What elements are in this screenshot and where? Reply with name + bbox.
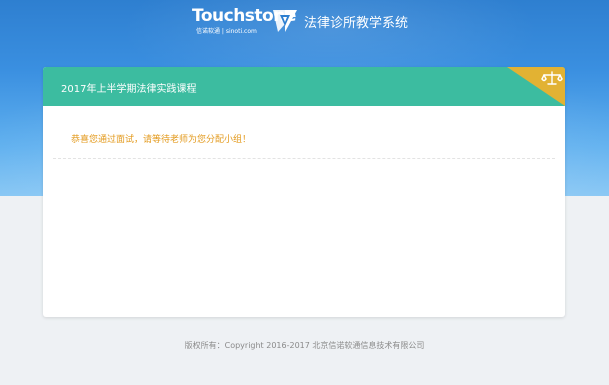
site-header: Touchstone 信诺软通 | sinoti.com 法律诊所教学系统 xyxy=(0,6,609,38)
course-title[interactable]: 2017年上半学期法律实践课程 xyxy=(61,80,196,95)
course-card: 2017年上半学期法律实践课程 恭喜您通过面试，请等待老师为您分配小组！ xyxy=(43,67,565,317)
course-card-body: 恭喜您通过面试，请等待老师为您分配小组！ xyxy=(53,106,555,159)
system-title: 法律诊所教学系统 xyxy=(304,16,409,31)
touchstone-logo-icon xyxy=(273,10,297,32)
status-message: 恭喜您通过面试，请等待老师为您分配小组！ xyxy=(71,135,252,145)
course-card-header: 2017年上半学期法律实践课程 xyxy=(43,67,565,106)
scales-of-justice-icon xyxy=(507,67,565,106)
footer-copyright: 版权所有：Copyright 2016-2017 北京信诺软通信息技术有限公司 xyxy=(184,341,425,350)
brand-subtitle: 信诺软通 | sinoti.com xyxy=(196,28,257,35)
